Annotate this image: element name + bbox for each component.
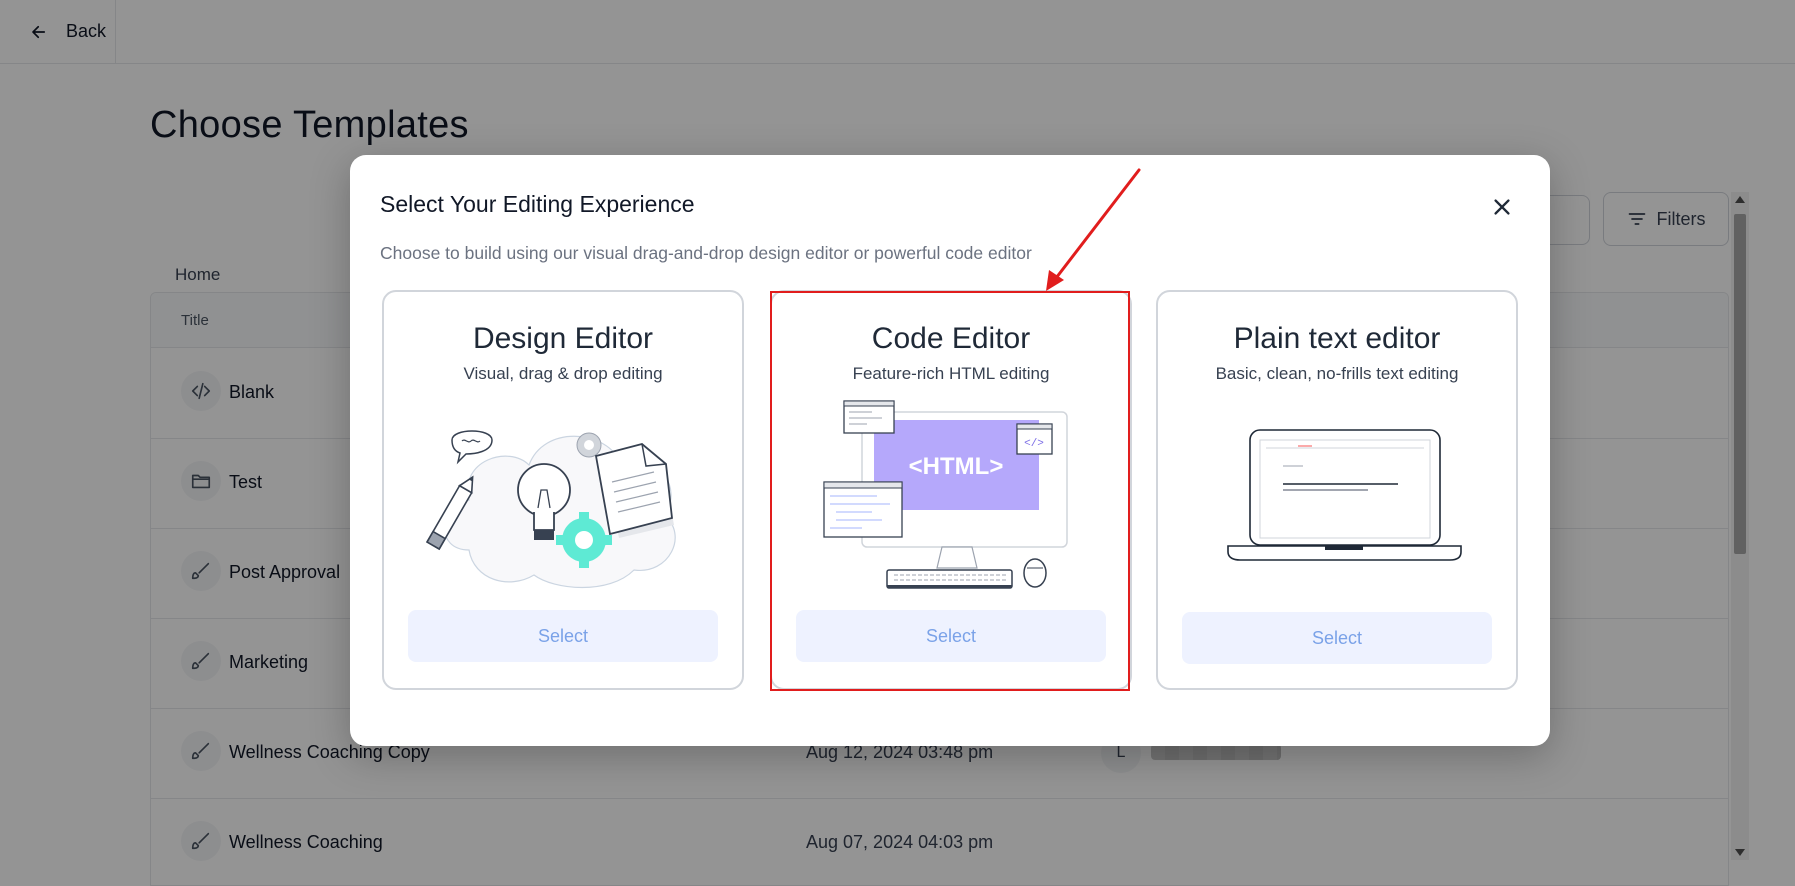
close-button[interactable] bbox=[1486, 191, 1518, 223]
card-subtitle: Basic, clean, no-frills text editing bbox=[1215, 364, 1459, 383]
design-editor-card[interactable]: Design Editor Visual, drag & drop editin… bbox=[382, 290, 744, 690]
design-illustration-icon bbox=[425, 430, 676, 588]
select-button[interactable]: Select bbox=[796, 610, 1106, 662]
close-icon bbox=[1494, 199, 1510, 215]
card-title: Code Editor bbox=[871, 322, 1031, 355]
card-subtitle: Feature-rich HTML editing bbox=[852, 364, 1050, 383]
laptop-illustration-icon bbox=[1227, 429, 1462, 561]
modal-title: Select Your Editing Experience bbox=[380, 191, 695, 217]
plain-text-editor-card[interactable]: Plain text editor Basic, clean, no-frill… bbox=[1156, 290, 1518, 690]
select-button[interactable]: Select bbox=[408, 610, 718, 662]
code-illustration-icon: <HTML> </> bbox=[823, 400, 1068, 589]
card-subtitle: Visual, drag & drop editing bbox=[463, 364, 663, 383]
modal-subtitle: Choose to build using our visual drag-an… bbox=[380, 243, 1032, 263]
editing-experience-modal: Select Your Editing Experience Choose to… bbox=[350, 155, 1550, 746]
html-screen-text: <HTML> bbox=[909, 453, 1004, 480]
card-title: Plain text editor bbox=[1233, 322, 1441, 355]
svg-text:</>: </> bbox=[1024, 438, 1044, 450]
select-button[interactable]: Select bbox=[1182, 612, 1492, 664]
code-editor-card[interactable]: Code Editor Feature-rich HTML editing <H… bbox=[770, 290, 1132, 690]
card-title: Design Editor bbox=[472, 322, 654, 355]
